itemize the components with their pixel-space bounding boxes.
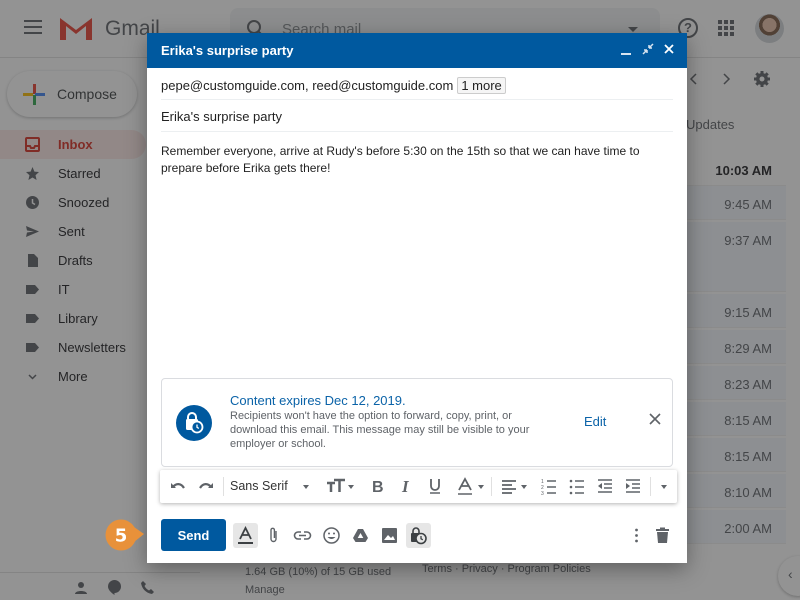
photo-icon bbox=[382, 528, 397, 543]
align-icon[interactable] bbox=[501, 477, 517, 496]
size-dropdown-icon[interactable] bbox=[348, 485, 354, 489]
recipients-field[interactable]: pepe@customguide.com, reed@customguide.c… bbox=[161, 77, 506, 94]
redo-icon[interactable] bbox=[197, 477, 215, 496]
emoji-icon bbox=[323, 527, 340, 544]
trash-icon bbox=[656, 527, 669, 543]
formatting-toolbar: Sans Serif B I 123 bbox=[160, 470, 677, 503]
bulleted-list-icon[interactable] bbox=[569, 477, 585, 496]
expiry-title: Content expires Dec 12, 2019. bbox=[230, 393, 406, 408]
text-size-icon[interactable] bbox=[326, 477, 346, 496]
bold-icon[interactable]: B bbox=[371, 477, 385, 496]
toolbar-divider bbox=[650, 477, 651, 496]
font-family-select[interactable]: Sans Serif bbox=[230, 479, 288, 493]
paperclip-icon bbox=[270, 527, 277, 543]
recipients-row[interactable]: pepe@customguide.com, reed@customguide.c… bbox=[161, 68, 673, 100]
attach-file-button[interactable] bbox=[262, 523, 287, 548]
undo-icon[interactable] bbox=[169, 477, 187, 496]
toolbar-divider bbox=[491, 477, 492, 496]
indent-more-icon[interactable] bbox=[625, 477, 641, 496]
lock-clock-icon bbox=[411, 527, 427, 545]
toolbar-divider bbox=[223, 477, 224, 496]
insert-photo-button[interactable] bbox=[377, 523, 402, 548]
numbered-list-icon[interactable]: 123 bbox=[541, 477, 557, 496]
svg-text:I: I bbox=[401, 477, 410, 496]
minimize-icon[interactable] bbox=[619, 42, 633, 56]
color-dropdown-icon[interactable] bbox=[478, 485, 484, 489]
send-button[interactable]: Send bbox=[161, 519, 226, 551]
insert-link-button[interactable] bbox=[290, 523, 315, 548]
text-format-icon bbox=[238, 526, 253, 544]
italic-icon[interactable]: I bbox=[400, 477, 414, 496]
insert-drive-button[interactable] bbox=[348, 523, 373, 548]
step-callout: 5 bbox=[105, 519, 144, 551]
message-body[interactable]: Remember everyone, arrive at Rudy's befo… bbox=[161, 143, 661, 177]
text-color-icon[interactable] bbox=[457, 477, 473, 496]
lock-clock-icon bbox=[186, 412, 204, 434]
more-formatting-icon[interactable] bbox=[661, 485, 667, 489]
subject-row[interactable]: Erika's surprise party bbox=[161, 100, 673, 132]
insert-emoji-button[interactable] bbox=[319, 523, 344, 548]
step-number: 5 bbox=[115, 526, 128, 547]
more-vert-icon bbox=[635, 528, 638, 543]
edit-confidential-button[interactable]: Edit bbox=[584, 414, 606, 429]
compose-header[interactable]: Erika's surprise party bbox=[147, 33, 687, 68]
compose-title: Erika's surprise party bbox=[161, 43, 294, 58]
confidential-mode-notice: Content expires Dec 12, 2019. Recipients… bbox=[161, 378, 673, 467]
confidential-badge bbox=[176, 405, 212, 441]
more-options-button[interactable] bbox=[624, 523, 649, 548]
compose-dialog: Erika's surprise party pepe@customguide.… bbox=[147, 33, 687, 563]
align-dropdown-icon[interactable] bbox=[521, 485, 527, 489]
subject-field[interactable]: Erika's surprise party bbox=[161, 109, 282, 124]
indent-less-icon[interactable] bbox=[597, 477, 613, 496]
google-drive-icon bbox=[353, 529, 368, 542]
link-icon bbox=[293, 531, 312, 540]
more-recipients-chip[interactable]: 1 more bbox=[457, 77, 506, 94]
dismiss-confidential-icon[interactable] bbox=[648, 412, 662, 426]
confidential-mode-button[interactable] bbox=[406, 523, 431, 548]
discard-draft-button[interactable] bbox=[650, 523, 675, 548]
exit-fullscreen-icon[interactable] bbox=[641, 42, 655, 56]
close-icon[interactable] bbox=[662, 42, 676, 56]
svg-text:B: B bbox=[372, 479, 384, 496]
formatting-options-button[interactable] bbox=[233, 523, 258, 548]
font-dropdown-icon[interactable] bbox=[303, 485, 309, 489]
svg-text:3: 3 bbox=[541, 491, 544, 496]
underline-icon[interactable] bbox=[428, 477, 442, 496]
expiry-description: Recipients won't have the option to forw… bbox=[230, 410, 530, 450]
